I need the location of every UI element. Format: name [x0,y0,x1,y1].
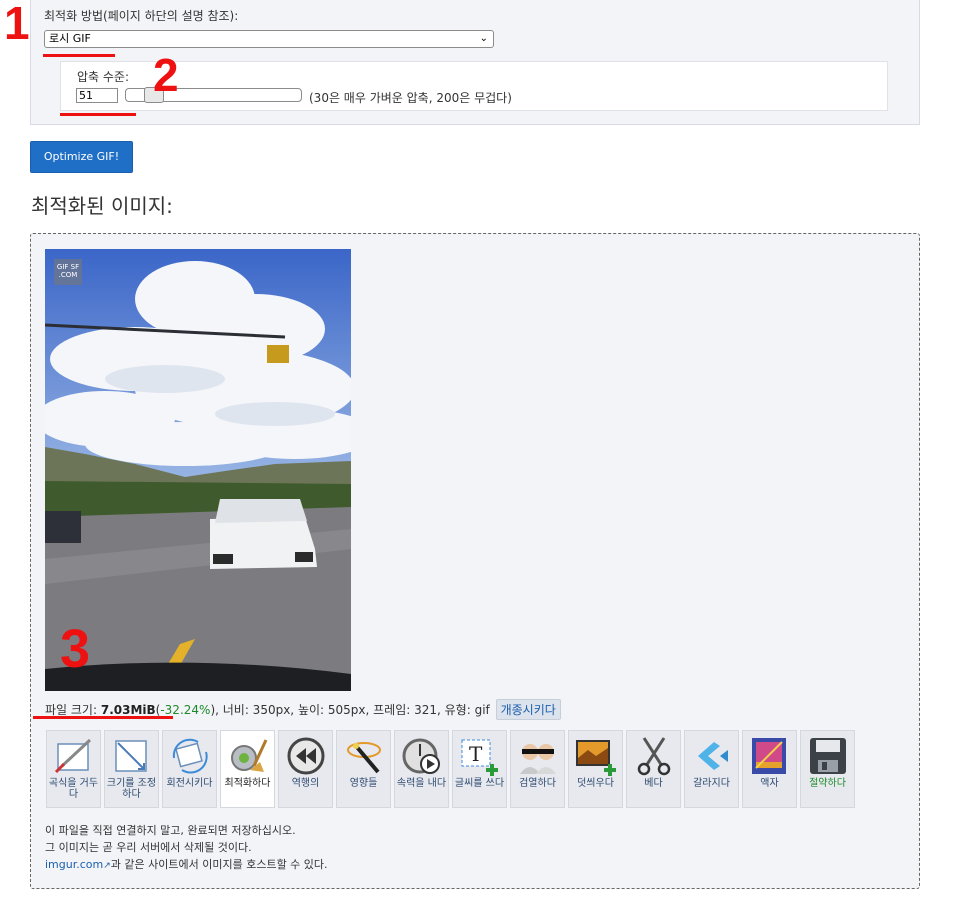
tool-reverse[interactable]: 역행의 [278,730,333,808]
compression-level-hint: (30은 매우 가벼운 압축, 200은 무겁다) [309,91,512,105]
compression-level-label: 압축 수준: [77,70,130,84]
speed-icon [402,738,440,774]
tool-cut[interactable]: 베다 [626,730,681,808]
tool-label: 액자 [760,778,779,789]
effects-icon [347,742,381,774]
tool-text[interactable]: T 글씨를 쓰다 [452,730,507,808]
resize-icon [115,740,147,772]
overlay-icon [576,740,616,776]
text-icon: T [461,739,498,776]
censor-icon [520,744,556,774]
optimized-gif-image [45,249,351,691]
frame-icon [752,738,786,774]
note-line-1: 이 파일을 직접 연결하지 말고, 완료되면 저장하십시오. [45,824,296,837]
imgur-link[interactable]: imgur.com [45,858,103,871]
file-dimensions: ), 너비: 350px, 높이: 505px, 프레임: 321, 유형: g… [210,703,490,717]
tool-censor[interactable]: 검열하다 [510,730,565,808]
tool-label: 최적화하다 [224,778,271,789]
watermark-line-2: .COM [58,271,78,279]
method-select-value: 로시 GIF [49,32,91,45]
tool-label: 영향들 [349,778,378,789]
svg-text:T: T [469,742,483,766]
note-line-2: 그 이미지는 곧 우리 서버에서 삭제될 것이다. [45,841,252,854]
tool-effects[interactable]: 영향들 [336,730,391,808]
note-line-3-rest: 과 같은 사이트에서 이미지를 호스트할 수 있다. [110,858,328,871]
reverse-icon [287,737,325,775]
tool-split[interactable]: 갈라지다 [684,730,739,808]
file-size-label: 파일 크기: [45,703,101,717]
file-size-value: 7.03MiB [100,703,156,717]
file-size-percent: -32.24% [160,703,211,717]
tool-resize[interactable]: 크기를 조정하다 [104,730,159,808]
note-line-3: imgur.com↗과 같은 사이트에서 이미지를 호스트할 수 있다. [45,856,328,872]
annotation-number-2: 2 [153,49,179,101]
chevron-down-icon: ⌄ [479,33,488,44]
optimize-gif-button[interactable]: Optimize GIF! [30,141,133,173]
tool-label: 베다 [644,778,663,789]
annotation-underline-1 [43,54,115,57]
optimize-icon [231,739,268,772]
tool-label: 역행의 [291,778,320,789]
split-icon [698,742,728,770]
tool-label: 크기를 조정하다 [106,778,157,800]
scissors-icon [637,737,671,776]
tool-label: 속력을 내다 [396,778,447,789]
result-title: 최적화된 이미지: [31,194,173,218]
tool-label: 절약하다 [809,778,846,789]
tools-toolbar: 곡식을 거두다 크기를 조정하다 회전시키다 최적화하다 역행의 영향들 속력을… [46,730,855,808]
convert-button[interactable]: 개종시키다 [495,699,561,720]
watermark-line-1: GIF SF [56,263,80,271]
tool-frame[interactable]: 액자 [742,730,797,808]
tool-label: 갈라지다 [693,778,730,789]
tool-speed[interactable]: 속력을 내다 [394,730,449,808]
tool-save[interactable]: 절약하다 [800,730,855,808]
tool-label: 곡식을 거두다 [48,778,99,800]
compression-level-input[interactable]: 51 [76,88,118,103]
annotation-underline-3 [33,716,173,719]
tool-optimize[interactable]: 최적화하다 [220,730,275,808]
annotation-underline-2 [60,113,136,116]
method-select[interactable]: 로시 GIF ⌄ [44,30,494,48]
annotation-number-3: 3 [60,619,91,679]
gif-watermark: GIF SF .COM [54,259,82,285]
tool-label: 덧씌우다 [577,778,614,789]
annotation-number-1: 1 [4,0,30,49]
tool-label: 검열하다 [519,778,556,789]
crop-icon [54,738,92,774]
rotate-icon [172,738,208,774]
tool-rotate[interactable]: 회전시키다 [162,730,217,808]
tool-label: 글씨를 쓰다 [454,778,505,789]
save-icon [810,738,846,774]
method-label: 최적화 방법(페이지 하단의 설명 참조): [44,9,239,23]
tool-crop[interactable]: 곡식을 거두다 [46,730,101,808]
tool-overlay[interactable]: 덧씌우다 [568,730,623,808]
tool-label: 회전시키다 [166,778,213,789]
external-link-icon: ↗ [103,861,111,871]
